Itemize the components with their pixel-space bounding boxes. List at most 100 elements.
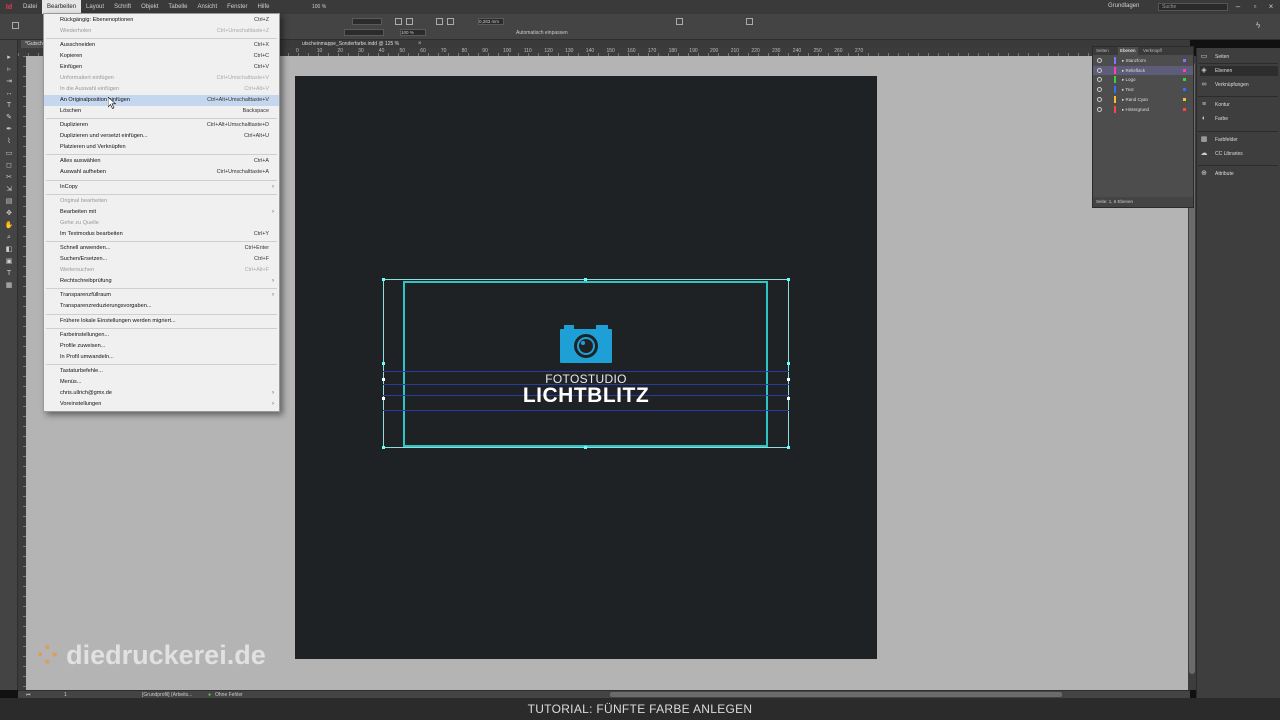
text-frame-handle[interactable] bbox=[787, 397, 790, 400]
rectangle-frame-tool-icon[interactable]: ▭ bbox=[4, 150, 14, 158]
view-mode-icon[interactable]: ▦ bbox=[4, 282, 14, 290]
layers-tab-ebenen[interactable]: Ebenen bbox=[1118, 47, 1138, 55]
menu-item[interactable]: An Originalposition einfügen Ctrl+Alt+Ums… bbox=[44, 94, 279, 106]
layer-row[interactable]: ▸ Text bbox=[1093, 85, 1193, 94]
selection-handle[interactable] bbox=[382, 278, 385, 281]
menu-layout[interactable]: Layout bbox=[81, 0, 109, 14]
menu-item[interactable]: Im Textmodus bearbeiten Ctrl+Y bbox=[44, 229, 279, 240]
effects-icon[interactable] bbox=[676, 18, 683, 25]
selection-handle[interactable] bbox=[787, 362, 790, 365]
text-frame-handle[interactable] bbox=[382, 378, 385, 381]
layers-tab-seiten[interactable]: Seiten bbox=[1096, 47, 1109, 55]
panel-seiten[interactable]: ▭ Seiten bbox=[1200, 52, 1278, 62]
vertical-ruler[interactable] bbox=[18, 56, 26, 690]
layer-target-icon[interactable] bbox=[1183, 59, 1186, 62]
gradient-tool-icon[interactable]: ▤ bbox=[4, 198, 14, 206]
layer-target-icon[interactable] bbox=[1183, 88, 1186, 92]
menu-item[interactable]: Duplizieren Ctrl+Alt+Umschalttaste+D bbox=[44, 120, 279, 131]
menu-item[interactable]: In Profil umwandeln... bbox=[44, 352, 279, 363]
visibility-eye-icon[interactable] bbox=[1097, 96, 1102, 102]
reference-point-icon[interactable] bbox=[12, 22, 19, 29]
fill-stroke-icon[interactable]: ◧ bbox=[4, 246, 14, 254]
panel-verknüpfungen[interactable]: ∞ Verknüpfungen bbox=[1200, 80, 1278, 90]
selection-handle[interactable] bbox=[382, 362, 385, 365]
layer-row[interactable]: ▸ Relieflack bbox=[1093, 65, 1193, 75]
layer-target-icon[interactable] bbox=[1183, 78, 1186, 82]
panel-cc-libraries[interactable]: ☁ CC Libraries bbox=[1200, 149, 1278, 159]
swap-icon[interactable]: ▣ bbox=[4, 258, 14, 266]
layers-tab-verknüpfl[interactable]: Verknüpfl bbox=[1143, 47, 1162, 55]
zoom-tool-icon[interactable]: ⌕ bbox=[4, 234, 14, 242]
selection-tool-icon[interactable]: ▸ bbox=[4, 54, 14, 62]
text-frame-handle[interactable] bbox=[787, 378, 790, 381]
visibility-eye-icon[interactable] bbox=[1097, 87, 1102, 93]
menu-tabelle[interactable]: Tabelle bbox=[163, 0, 192, 14]
pencil-tool-icon[interactable]: ⌇ bbox=[4, 138, 14, 146]
menu-schrift[interactable]: Schrift bbox=[109, 0, 136, 14]
panel-kontur[interactable]: ≡ Kontur bbox=[1200, 100, 1278, 110]
pen-tool-icon[interactable]: ✒ bbox=[4, 126, 14, 134]
maximize-icon[interactable]: ▫ bbox=[1250, 2, 1260, 12]
hand-tool-icon[interactable]: ✋ bbox=[4, 222, 14, 230]
layer-target-icon[interactable] bbox=[1183, 97, 1186, 101]
layer-row[interactable]: ▸ Logo bbox=[1093, 75, 1193, 84]
menu-bearbeiten[interactable]: Bearbeiten bbox=[42, 0, 82, 14]
gap-tool-icon[interactable]: ↔ bbox=[4, 90, 14, 98]
selection-handle[interactable] bbox=[787, 278, 790, 281]
menu-fenster[interactable]: Fenster bbox=[222, 0, 252, 14]
stroke-weight-input[interactable]: 0,283 mm bbox=[478, 18, 504, 25]
menu-item[interactable]: Rückgängig: Ebenenoptionen Ctrl+Z bbox=[44, 15, 279, 26]
menu-item[interactable]: Einfügen Ctrl+V bbox=[44, 62, 279, 73]
zoom-readout[interactable]: 100 % bbox=[312, 4, 326, 10]
selection-handle[interactable] bbox=[584, 446, 587, 449]
layer-target-icon[interactable] bbox=[1183, 68, 1186, 72]
gradient-feather-icon[interactable]: ✥ bbox=[4, 210, 14, 218]
menu-item[interactable]: Frühere lokale Einstellungen werden migr… bbox=[44, 316, 279, 327]
menu-item[interactable]: Alles auswählen Ctrl+A bbox=[44, 156, 279, 167]
panel-menu-icon[interactable] bbox=[746, 18, 753, 25]
menu-item[interactable]: Duplizieren und versetzt einfügen... Ctrl… bbox=[44, 131, 279, 142]
menu-item[interactable]: Transparenzreduzierungsvorgaben... bbox=[44, 301, 279, 312]
layers-panel[interactable]: Seiten Ebenen Verknüpfl ▸ Stanzform ▸ Relie… bbox=[1092, 46, 1194, 208]
opacity-input[interactable]: 100 % bbox=[400, 29, 426, 36]
panel-farbe[interactable]: ◐ Farbe bbox=[1200, 114, 1278, 124]
menu-item[interactable]: Auswahl aufheben Ctrl+Umschalttaste+A bbox=[44, 167, 279, 178]
visibility-eye-icon[interactable] bbox=[1097, 106, 1102, 112]
menu-item[interactable]: Platzieren und Verknüpfen bbox=[44, 142, 279, 153]
fill-swatch[interactable] bbox=[352, 18, 382, 25]
camera-logo-icon[interactable] bbox=[560, 325, 612, 363]
selection-handle[interactable] bbox=[584, 278, 587, 281]
frame-fill-icon[interactable] bbox=[447, 18, 454, 25]
selection-handle[interactable] bbox=[382, 446, 385, 449]
auto-fit-label[interactable]: Automatisch einpassen bbox=[516, 30, 568, 36]
close-window-icon[interactable]: × bbox=[1266, 2, 1276, 12]
layer-row[interactable]: ▸ Hintergrund bbox=[1093, 105, 1193, 114]
text-frame-handle[interactable] bbox=[382, 397, 385, 400]
minimize-icon[interactable]: – bbox=[1233, 2, 1243, 12]
layer-row[interactable]: ▸ Stanzform bbox=[1093, 56, 1193, 65]
menu-item[interactable]: Menüs... bbox=[44, 377, 279, 388]
page-tool-icon[interactable]: ⇥ bbox=[4, 78, 14, 86]
brand-line-lichtblitz[interactable]: LICHTBLITZ bbox=[490, 384, 682, 408]
visibility-eye-icon[interactable] bbox=[1097, 58, 1102, 63]
menu-item[interactable]: Transparenzfüllraum › bbox=[44, 290, 279, 301]
menu-datei[interactable]: Datei bbox=[18, 0, 42, 14]
rectangle-tool-icon[interactable]: ◻ bbox=[4, 162, 14, 170]
menu-item[interactable]: Suchen/Ersetzen... Ctrl+F bbox=[44, 254, 279, 265]
menu-item[interactable]: InCopy › bbox=[44, 182, 279, 193]
document-tab-active[interactable]: utscheinmappe_Sonderfarbe.indd @ 125 % bbox=[298, 40, 403, 48]
selection-handle[interactable] bbox=[787, 446, 790, 449]
visibility-eye-icon[interactable] bbox=[1097, 67, 1102, 73]
panel-farbfelder[interactable]: ▦ Farbfelder bbox=[1200, 135, 1278, 145]
search-input[interactable]: Suche bbox=[1158, 3, 1228, 11]
align-icon[interactable] bbox=[395, 18, 402, 25]
menu-item[interactable]: Löschen Backspace bbox=[44, 106, 279, 117]
type-tool-icon[interactable]: T bbox=[4, 102, 14, 110]
horizontal-scroll-thumb[interactable] bbox=[610, 692, 1062, 697]
cyan-border-frame[interactable] bbox=[403, 281, 768, 447]
menu-item[interactable]: Bearbeiten mit › bbox=[44, 207, 279, 218]
menu-item[interactable]: Kopieren Ctrl+C bbox=[44, 51, 279, 62]
menu-item[interactable]: Ausschneiden Ctrl+X bbox=[44, 40, 279, 51]
direct-selection-tool-icon[interactable]: ▹ bbox=[4, 66, 14, 74]
menu-item[interactable]: Tastaturbefehle... bbox=[44, 366, 279, 377]
